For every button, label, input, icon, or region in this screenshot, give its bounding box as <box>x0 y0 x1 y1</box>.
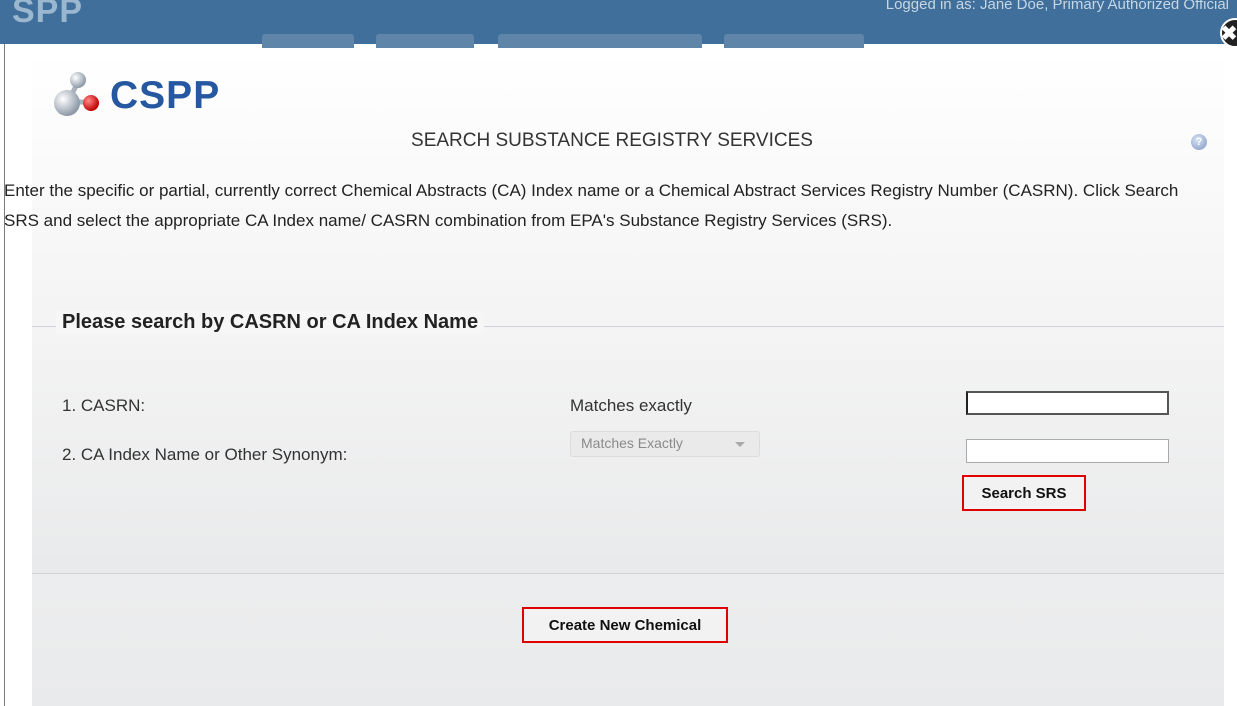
logo-text: CSPP <box>110 74 221 117</box>
create-new-chemical-button[interactable]: Create New Chemical <box>522 607 728 643</box>
background-tab <box>498 34 702 48</box>
ca-index-name-label: 2. CA Index Name or Other Synonym: <box>62 445 348 464</box>
close-icon[interactable]: ✖ <box>1220 18 1237 48</box>
background-tab <box>262 34 354 48</box>
molecule-icon <box>54 72 99 116</box>
match-type-select[interactable]: Matches Exactly <box>570 431 760 457</box>
search-srs-button[interactable]: Search SRS <box>962 475 1086 511</box>
casrn-match-text: Matches exactly <box>570 396 692 415</box>
background-logo: SPP <box>12 0 84 30</box>
search-panel-legend: Please search by CASRN or CA Index Name <box>56 311 485 334</box>
background-tab <box>376 34 474 48</box>
chevron-down-icon <box>735 442 745 447</box>
background-border <box>4 44 5 706</box>
background-tab <box>724 34 864 48</box>
ca-index-name-input[interactable] <box>966 439 1169 463</box>
help-icon[interactable]: ? <box>1191 134 1207 150</box>
dialog-title: SEARCH SUBSTANCE REGISTRY SERVICES <box>411 130 813 151</box>
search-srs-modal: CSPP SEARCH SUBSTANCE REGISTRY SERVICES … <box>4 52 1224 706</box>
casrn-input[interactable] <box>966 391 1169 415</box>
logged-in-text: Logged in as: Jane Doe, Primary Authoriz… <box>885 0 1229 13</box>
search-panel: Please search by CASRN or CA Index Name … <box>32 311 1224 574</box>
instructions-text: Enter the specific or partial, currently… <box>4 181 1179 230</box>
casrn-label: 1. CASRN: <box>62 396 146 415</box>
match-type-select-value: Matches Exactly <box>581 435 683 451</box>
